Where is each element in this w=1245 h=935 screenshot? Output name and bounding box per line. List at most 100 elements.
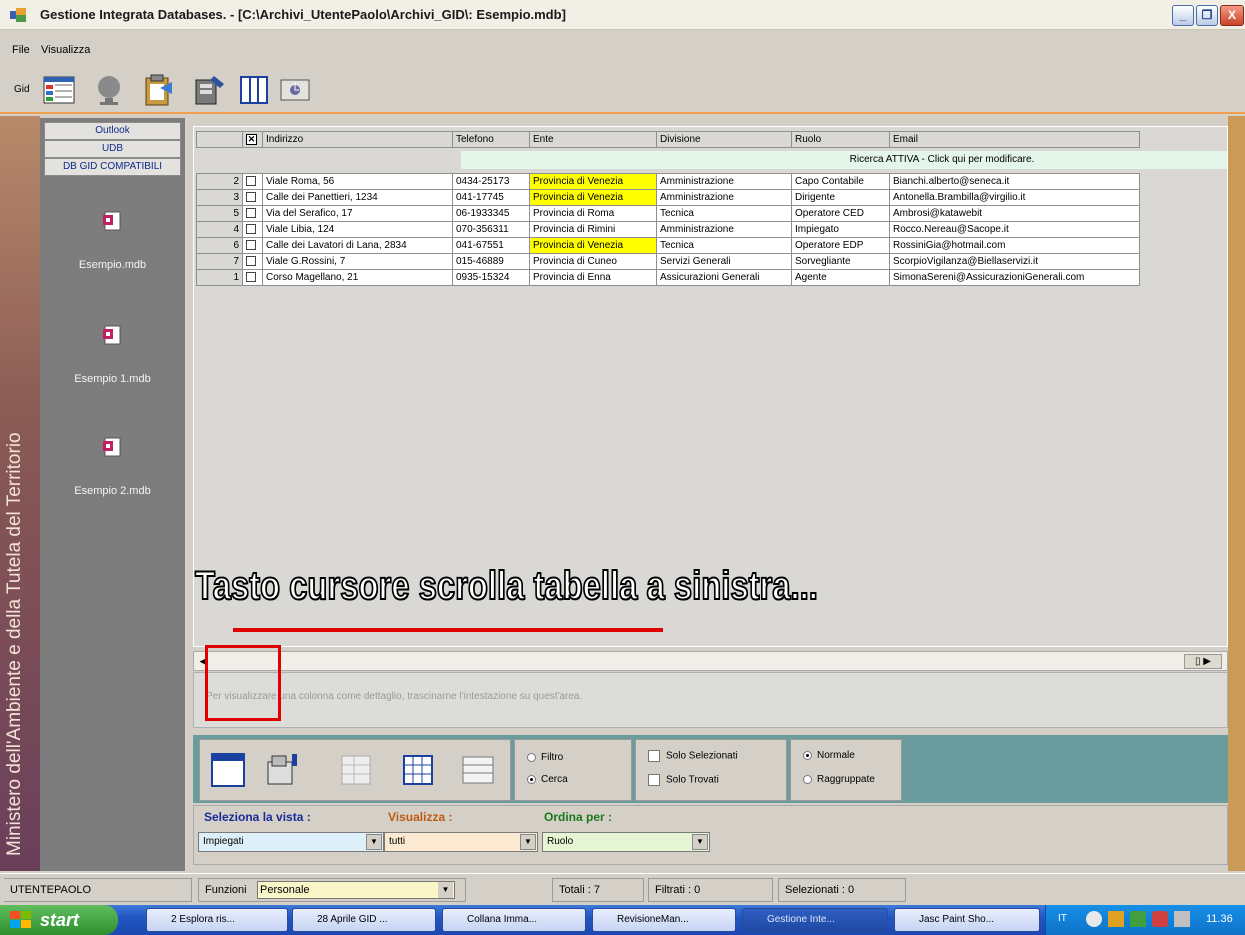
select-all-checkbox[interactable]: ✕ — [246, 134, 257, 145]
sidebar-tab-outlook[interactable]: Outlook — [44, 122, 181, 140]
settings-view-icon[interactable] — [264, 752, 300, 788]
chevron-down-icon[interactable]: ▼ — [438, 882, 453, 898]
cell-email[interactable]: SimonaSereni@AssicurazioniGenerali.com — [889, 269, 1140, 286]
task-gestione[interactable]: Gestione Inte... — [742, 908, 888, 932]
cell-telefono[interactable]: 041-67551 — [452, 237, 530, 254]
export-icon[interactable] — [278, 74, 312, 106]
table-row[interactable]: 3 Calle dei Panettieri, 1234 041-17745 Prov… — [196, 189, 1140, 206]
option-raggruppate[interactable]: Raggruppate — [803, 774, 875, 785]
row-checkbox-cell[interactable] — [242, 269, 263, 286]
database-tools-icon[interactable] — [192, 74, 228, 106]
cell-telefono[interactable]: 070-356311 — [452, 221, 530, 238]
table-row[interactable]: 7 Viale G.Rossini, 7 015-46889 Provincia di… — [196, 253, 1140, 270]
row-number[interactable]: 4 — [196, 221, 243, 238]
language-icon[interactable]: IT — [1058, 913, 1067, 924]
solo-selezionati-checkbox[interactable] — [648, 750, 660, 762]
row-checkbox-cell[interactable] — [242, 189, 263, 206]
cell-indirizzo[interactable]: Corso Magellano, 21 — [262, 269, 453, 286]
task-explorer[interactable]: 2 Esplora ris... — [146, 908, 288, 932]
task-paintshop[interactable]: Jasc Paint Sho... — [894, 908, 1040, 932]
ordina-combo[interactable]: Ruolo ▼ — [542, 832, 710, 852]
column-header[interactable]: Ruolo — [791, 131, 890, 148]
tray-media-icon[interactable] — [1152, 911, 1168, 927]
seleziona-combo[interactable]: Impiegati ▼ — [198, 832, 384, 852]
row-number[interactable]: 1 — [196, 269, 243, 286]
normale-radio[interactable] — [803, 750, 812, 760]
cell-ente[interactable]: Provincia di Roma — [529, 205, 657, 222]
cell-ruolo[interactable]: Dirigente — [791, 189, 890, 206]
cell-indirizzo[interactable]: Calle dei Lavatori di Lana, 2834 — [262, 237, 453, 254]
cell-indirizzo[interactable]: Calle dei Panettieri, 1234 — [262, 189, 453, 206]
column-header[interactable]: Divisione — [656, 131, 792, 148]
row-number[interactable]: 5 — [196, 205, 243, 222]
table-row[interactable]: 4 Viale Libia, 124 070-356311 Provincia di … — [196, 221, 1140, 238]
table-view-button-icon[interactable] — [400, 752, 436, 788]
sidebar-item-esempio[interactable]: Esempio.mdb — [50, 210, 175, 271]
cell-divisione[interactable]: Tecnica — [656, 205, 792, 222]
cell-telefono[interactable]: 041-17745 — [452, 189, 530, 206]
columns-icon[interactable] — [238, 74, 270, 106]
option-filtro[interactable]: Filtro — [527, 752, 563, 763]
group-by-area[interactable]: Per visualizzare una colonna come dettag… — [193, 672, 1228, 728]
tray-app-icon[interactable] — [1108, 911, 1124, 927]
row-number[interactable]: 2 — [196, 173, 243, 190]
cerca-radio[interactable] — [527, 774, 536, 784]
cell-divisione[interactable]: Amministrazione — [656, 221, 792, 238]
task-word-2[interactable]: Collana Imma... — [442, 908, 586, 932]
row-select-checkbox[interactable] — [246, 208, 256, 219]
cell-ruolo[interactable]: Impiegato — [791, 221, 890, 238]
sidebar-item-esempio-1[interactable]: Esempio 1.mdb — [50, 324, 175, 385]
cell-ruolo[interactable]: Agente — [791, 269, 890, 286]
row-number[interactable]: 7 — [196, 253, 243, 270]
cell-ente[interactable]: Provincia di Venezia — [529, 173, 657, 190]
cell-divisione[interactable]: Assicurazioni Generali — [656, 269, 792, 286]
cell-email[interactable]: Bianchi.alberto@seneca.it — [889, 173, 1140, 190]
column-header[interactable]: Ente — [529, 131, 657, 148]
column-header[interactable]: Telefono — [452, 131, 530, 148]
cell-ente[interactable]: Provincia di Venezia — [529, 189, 657, 206]
cell-ruolo[interactable]: Capo Contabile — [791, 173, 890, 190]
table-row[interactable]: 1 Corso Magellano, 21 0935-15324 Provincia … — [196, 269, 1140, 286]
cell-ruolo[interactable]: Operatore EDP — [791, 237, 890, 254]
cell-telefono[interactable]: 0935-15324 — [452, 269, 530, 286]
solo-trovati-checkbox[interactable] — [648, 774, 660, 786]
tray-monitor-icon[interactable] — [1174, 911, 1190, 927]
cell-ente[interactable]: Provincia di Rimini — [529, 221, 657, 238]
clipboard-icon[interactable] — [140, 74, 176, 106]
column-header[interactable]: Indirizzo — [262, 131, 453, 148]
option-cerca[interactable]: Cerca — [527, 774, 568, 785]
visualizza-combo[interactable]: tutti ▼ — [384, 832, 538, 852]
row-select-checkbox[interactable] — [246, 240, 256, 251]
cell-ente[interactable]: Provincia di Enna — [529, 269, 657, 286]
row-select-checkbox[interactable] — [246, 176, 256, 187]
cell-email[interactable]: Ambrosi@katawebit — [889, 205, 1140, 222]
minimize-button[interactable]: _ — [1172, 5, 1194, 26]
list-view-icon[interactable] — [460, 752, 496, 788]
chevron-down-icon[interactable]: ▼ — [366, 834, 382, 850]
cell-telefono[interactable]: 0434-25173 — [452, 173, 530, 190]
table-row[interactable]: 5 Via del Serafico, 17 06-1933345 Provincia… — [196, 205, 1140, 222]
row-select-checkbox[interactable] — [246, 272, 256, 283]
row-number[interactable]: 6 — [196, 237, 243, 254]
row-checkbox-cell[interactable] — [242, 253, 263, 270]
cell-indirizzo[interactable]: Via del Serafico, 17 — [262, 205, 453, 222]
cell-ente[interactable]: Provincia di Venezia — [529, 237, 657, 254]
table-row[interactable]: 2 Viale Roma, 56 0434-25173 Provincia di Ve… — [196, 173, 1140, 190]
row-checkbox-cell[interactable] — [242, 173, 263, 190]
cell-email[interactable]: Rocco.Nereau@Sacope.it — [889, 221, 1140, 238]
scroll-right-arrow-icon[interactable]: ▯ ▶ — [1184, 654, 1222, 669]
sidebar-tab-udb[interactable]: UDB — [44, 140, 181, 158]
task-word-1[interactable]: 28 Aprile GID ... — [292, 908, 436, 932]
chevron-down-icon[interactable]: ▼ — [692, 834, 708, 850]
row-select-checkbox[interactable] — [246, 256, 256, 267]
cell-ruolo[interactable]: Operatore CED — [791, 205, 890, 222]
row-select-checkbox[interactable] — [246, 192, 256, 203]
cell-email[interactable]: RossiniGia@hotmail.com — [889, 237, 1140, 254]
sidebar-tab-db-gid[interactable]: DB GID COMPATIBILI — [44, 158, 181, 176]
globe-icon[interactable] — [92, 74, 126, 106]
filter-row[interactable]: Ricerca ATTIVA - Click qui per modificar… — [461, 151, 1227, 169]
cell-indirizzo[interactable]: Viale Roma, 56 — [262, 173, 453, 190]
cell-telefono[interactable]: 015-46889 — [452, 253, 530, 270]
cell-telefono[interactable]: 06-1933345 — [452, 205, 530, 222]
row-checkbox-cell[interactable] — [242, 221, 263, 238]
